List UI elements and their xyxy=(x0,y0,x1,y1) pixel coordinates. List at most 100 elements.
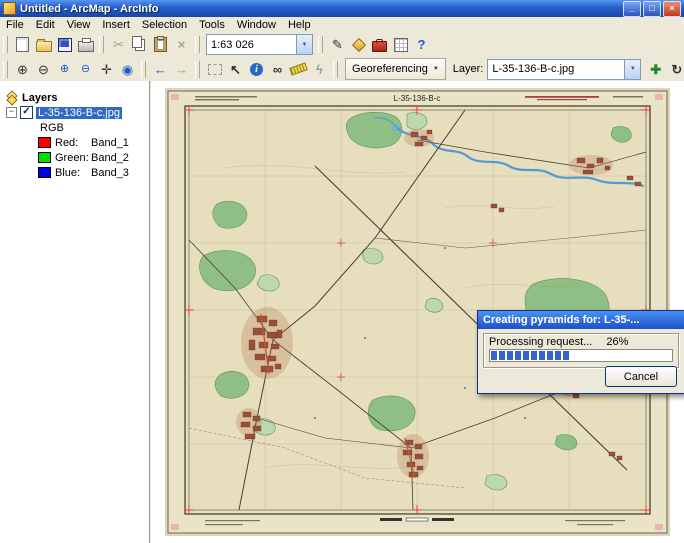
menu-tools[interactable]: Tools xyxy=(193,18,231,32)
fixed-zoom-out-icon: ⊖ xyxy=(81,64,90,75)
band-label: Blue: xyxy=(55,167,91,179)
toolbar-grip[interactable] xyxy=(3,36,8,53)
select-features-button[interactable] xyxy=(204,59,225,79)
add-data-icon xyxy=(351,37,365,51)
toolbar-grip[interactable] xyxy=(318,36,323,53)
pan-hand-icon: ✛ xyxy=(101,63,112,76)
identify-button[interactable]: i xyxy=(246,59,267,79)
window-title: Untitled - ArcMap - ArcInfo xyxy=(20,3,159,15)
ruler-icon xyxy=(289,62,308,75)
menu-window[interactable]: Window xyxy=(231,18,282,32)
zoom-in-button[interactable]: ⊕ xyxy=(12,59,33,79)
cut-icon: ✂ xyxy=(113,38,124,51)
dialog-body: Processing request... 26% Cancel xyxy=(478,329,684,392)
layer-visibility-checkbox[interactable]: ✓ xyxy=(20,106,33,119)
band-name: Band_2 xyxy=(91,152,129,164)
toc-layer-name[interactable]: L-35-136-B-c.jpg xyxy=(36,107,122,119)
arctoolbox-button[interactable] xyxy=(369,35,390,55)
dropdown-arrow-icon: ▼ xyxy=(630,66,636,72)
hyperlink-button[interactable]: ϟ xyxy=(309,59,330,79)
measure-button[interactable] xyxy=(288,59,309,79)
go-back-button[interactable]: ← xyxy=(150,59,171,79)
toc-root-label: Layers xyxy=(22,92,57,104)
chevron-down-icon[interactable]: ▼ xyxy=(296,35,312,54)
toolbar-grip[interactable] xyxy=(3,61,8,78)
full-extent-button[interactable]: ◉ xyxy=(117,59,138,79)
print-button[interactable] xyxy=(75,35,96,55)
window-controls: _ □ × xyxy=(623,1,684,17)
identify-icon: i xyxy=(250,63,263,76)
cancel-button[interactable]: Cancel xyxy=(605,366,677,387)
rotate-button[interactable]: ↻ xyxy=(666,59,684,79)
fixed-zoom-in-button[interactable]: ⊕ xyxy=(54,59,75,79)
band-name: Band_1 xyxy=(91,137,129,149)
save-button[interactable] xyxy=(54,35,75,55)
map-sheet-label: L-35-136-B-c xyxy=(394,94,441,103)
cut-button[interactable]: ✂ xyxy=(108,35,129,55)
menu-selection[interactable]: Selection xyxy=(136,18,193,32)
chevron-down-icon[interactable]: ▼ xyxy=(624,60,640,79)
progress-label: Processing request... xyxy=(489,336,592,348)
band-label: Green: xyxy=(55,152,91,164)
georeferencing-menu[interactable]: Georeferencing ▼ xyxy=(345,58,446,80)
minimize-button[interactable]: _ xyxy=(623,1,641,17)
toolbar-grip[interactable] xyxy=(99,36,104,53)
toc-rgb-row: RGB xyxy=(0,120,149,135)
select-elements-button[interactable]: ↖ xyxy=(225,59,246,79)
go-forward-button[interactable]: → xyxy=(171,59,192,79)
pan-button[interactable]: ✛ xyxy=(96,59,117,79)
band-label: Red: xyxy=(55,137,91,149)
paste-icon xyxy=(154,37,167,52)
fixed-zoom-out-button[interactable]: ⊖ xyxy=(75,59,96,79)
delete-button[interactable]: × xyxy=(171,35,192,55)
open-button[interactable] xyxy=(33,35,54,55)
save-floppy-icon xyxy=(58,38,72,52)
toolbar-grip[interactable] xyxy=(141,61,146,78)
copy-button[interactable] xyxy=(129,35,150,55)
menu-insert[interactable]: Insert xyxy=(96,18,136,32)
menu-help[interactable]: Help xyxy=(282,18,317,32)
toc-layers-root[interactable]: Layers xyxy=(0,90,149,105)
map-scale-combo[interactable]: 1:63 026 ▼ xyxy=(206,34,313,55)
arcmap-window: Untitled - ArcMap - ArcInfo _ □ × File E… xyxy=(0,0,684,543)
delete-icon: × xyxy=(178,38,186,51)
menu-file[interactable]: File xyxy=(0,18,30,32)
toc-rgb-label[interactable]: RGB xyxy=(40,122,64,134)
add-data-button[interactable] xyxy=(348,35,369,55)
pencil-icon: ✎ xyxy=(332,38,343,51)
map-scale-value: 1:63 026 xyxy=(207,39,296,51)
find-button[interactable]: ∞ xyxy=(267,59,288,79)
zoom-out-icon: ⊖ xyxy=(38,63,49,76)
add-points-icon: ✚ xyxy=(650,63,661,76)
paste-button[interactable] xyxy=(150,35,171,55)
toolbar-grip[interactable] xyxy=(195,36,200,53)
select-features-icon xyxy=(208,64,222,75)
menu-view[interactable]: View xyxy=(61,18,97,32)
help-icon: ? xyxy=(418,38,426,51)
checkmark-icon: ✓ xyxy=(22,106,30,117)
rotate-icon: ↻ xyxy=(671,63,682,76)
close-button[interactable]: × xyxy=(663,1,681,17)
new-map-button[interactable] xyxy=(12,35,33,55)
menu-edit[interactable]: Edit xyxy=(30,18,61,32)
progress-group-box: Processing request... 26% xyxy=(483,333,679,368)
dialog-title-bar[interactable]: Creating pyramids for: L-35-... xyxy=(478,311,684,329)
zoom-out-button[interactable]: ⊖ xyxy=(33,59,54,79)
printer-icon xyxy=(78,41,94,52)
commands-button[interactable] xyxy=(390,35,411,55)
editor-toolbar-button[interactable]: ✎ xyxy=(327,35,348,55)
help-button[interactable]: ? xyxy=(411,35,432,55)
georeferencing-label: Georeferencing xyxy=(352,63,428,75)
toc-band-row: Green: Band_2 xyxy=(0,150,149,165)
collapse-toggle[interactable]: − xyxy=(6,107,17,118)
progress-bar-fill xyxy=(491,351,570,360)
lightning-icon: ϟ xyxy=(316,63,323,76)
dialog-title: Creating pyramids for: L-35-... xyxy=(483,314,639,326)
band-name: Band_3 xyxy=(91,167,129,179)
maximize-button[interactable]: □ xyxy=(643,1,661,17)
add-control-points-button[interactable]: ✚ xyxy=(645,59,666,79)
toolbar-grip[interactable] xyxy=(195,61,200,78)
dropdown-arrow-icon: ▼ xyxy=(302,42,308,48)
layer-combo[interactable]: L-35-136-B-c.jpg ▼ xyxy=(487,59,641,80)
toolbar-grip[interactable] xyxy=(333,61,338,78)
